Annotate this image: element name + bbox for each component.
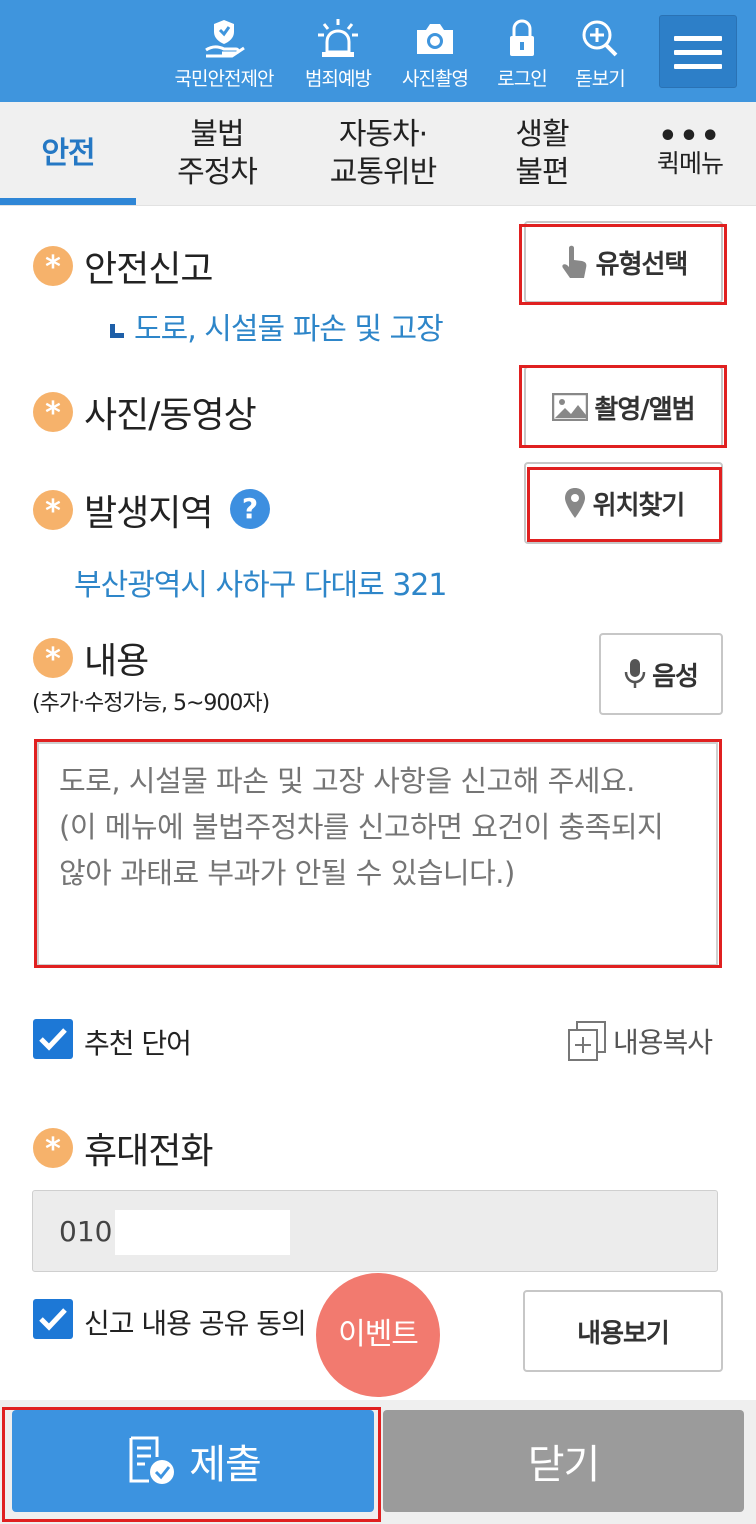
hamburger-menu-icon[interactable] xyxy=(659,15,737,88)
hand-shield-icon xyxy=(205,20,245,58)
location-label: 발생지역 xyxy=(84,493,213,534)
top-nav-safety-proposal[interactable]: 국민안전제안 xyxy=(168,18,280,98)
category-tabs: 안전 불법 주정차 자동차· 교통위반 생활 불편 ••• 퀵메뉴 xyxy=(0,102,756,206)
image-icon xyxy=(552,393,589,421)
top-bar: 국민안전제안 범죄예방 사진촬영 로그인 돋보기 xyxy=(0,0,756,102)
required-mark-icon: * xyxy=(33,246,73,286)
top-nav-magnifier[interactable]: 돋보기 xyxy=(568,18,632,98)
copy-plus-icon xyxy=(568,1021,606,1061)
required-mark-icon: * xyxy=(33,1128,73,1168)
siren-icon xyxy=(318,19,358,57)
recommend-words-checkbox[interactable] xyxy=(33,1019,73,1059)
view-content-button[interactable]: 내용보기 xyxy=(523,1290,723,1372)
redacted-phone-digits xyxy=(115,1210,290,1255)
top-nav-photo[interactable]: 사진촬영 xyxy=(395,18,475,98)
more-dots-icon: ••• xyxy=(658,119,722,154)
content-label: 내용 xyxy=(84,641,149,682)
microphone-icon xyxy=(624,659,646,688)
tab-label: 안전 xyxy=(41,136,95,171)
top-nav-label: 범죄예방 xyxy=(305,68,372,90)
top-nav-label: 로그인 xyxy=(497,68,547,90)
tab-safety[interactable]: 안전 xyxy=(0,102,136,206)
content-textarea[interactable] xyxy=(37,742,718,966)
magnifier-plus-icon xyxy=(582,20,618,57)
close-button[interactable]: 닫기 xyxy=(383,1410,744,1512)
type-select-button[interactable]: 유형선택 xyxy=(524,221,723,303)
capture-album-button[interactable]: 촬영/앨범 xyxy=(524,366,723,448)
top-nav-login[interactable]: 로그인 xyxy=(490,18,554,98)
submit-button[interactable]: 제출 xyxy=(12,1410,374,1512)
tab-label: 불편 xyxy=(515,155,569,190)
checkmark-icon xyxy=(39,1308,67,1331)
map-pin-icon xyxy=(564,488,585,518)
document-check-icon xyxy=(129,1436,175,1484)
voice-input-button[interactable]: 음성 xyxy=(599,633,723,715)
tab-quick-menu[interactable]: ••• 퀵메뉴 xyxy=(630,102,750,206)
tab-label: 자동차· xyxy=(338,117,428,152)
find-location-button[interactable]: 위치찾기 xyxy=(524,462,723,544)
required-mark-icon: * xyxy=(33,392,73,432)
tab-label: 퀵메뉴 xyxy=(656,149,724,178)
active-tab-indicator xyxy=(0,198,136,205)
tab-label: 생활 xyxy=(515,117,569,152)
required-mark-icon: * xyxy=(33,638,73,678)
share-consent-label: 신고 내용 공유 동의 xyxy=(84,1307,307,1340)
help-icon[interactable]: ? xyxy=(230,489,270,529)
content-length-note: (추가·수정가능, 5~900자) xyxy=(32,691,270,716)
required-mark-icon: * xyxy=(33,490,73,530)
tab-illegal-parking[interactable]: 불법 주정차 xyxy=(150,102,284,206)
checkmark-icon xyxy=(39,1028,67,1051)
top-nav-crime-prevention[interactable]: 범죄예방 xyxy=(297,18,379,98)
media-label: 사진/동영상 xyxy=(84,395,257,436)
recommend-words-label: 추천 단어 xyxy=(84,1027,192,1060)
tab-label: 교통위반 xyxy=(329,155,437,190)
safety-report-label: 안전신고 xyxy=(84,249,213,290)
lock-icon xyxy=(510,19,534,56)
camera-icon xyxy=(417,24,453,54)
tab-traffic-violation[interactable]: 자동차· 교통위반 xyxy=(300,102,466,206)
finger-tap-icon xyxy=(562,245,587,278)
phone-label: 휴대전화 xyxy=(84,1131,213,1172)
tab-living-inconvenience[interactable]: 생활 불편 xyxy=(482,102,602,206)
tab-label: 불법 xyxy=(190,117,244,152)
report-category: 도로, 시설물 파손 및 고장 xyxy=(110,304,444,348)
top-nav-label: 국민안전제안 xyxy=(174,68,275,90)
corner-arrow-icon xyxy=(110,323,124,338)
top-nav-label: 사진촬영 xyxy=(402,68,469,90)
tab-label: 주정차 xyxy=(177,155,258,190)
share-consent-checkbox[interactable] xyxy=(33,1299,73,1339)
copy-content-button[interactable]: 내용복사 xyxy=(567,1020,713,1062)
event-badge[interactable]: 이벤트 xyxy=(316,1273,440,1397)
location-address: 부산광역시 사하구 다대로 321 xyxy=(74,568,447,603)
top-nav-label: 돋보기 xyxy=(575,68,625,90)
